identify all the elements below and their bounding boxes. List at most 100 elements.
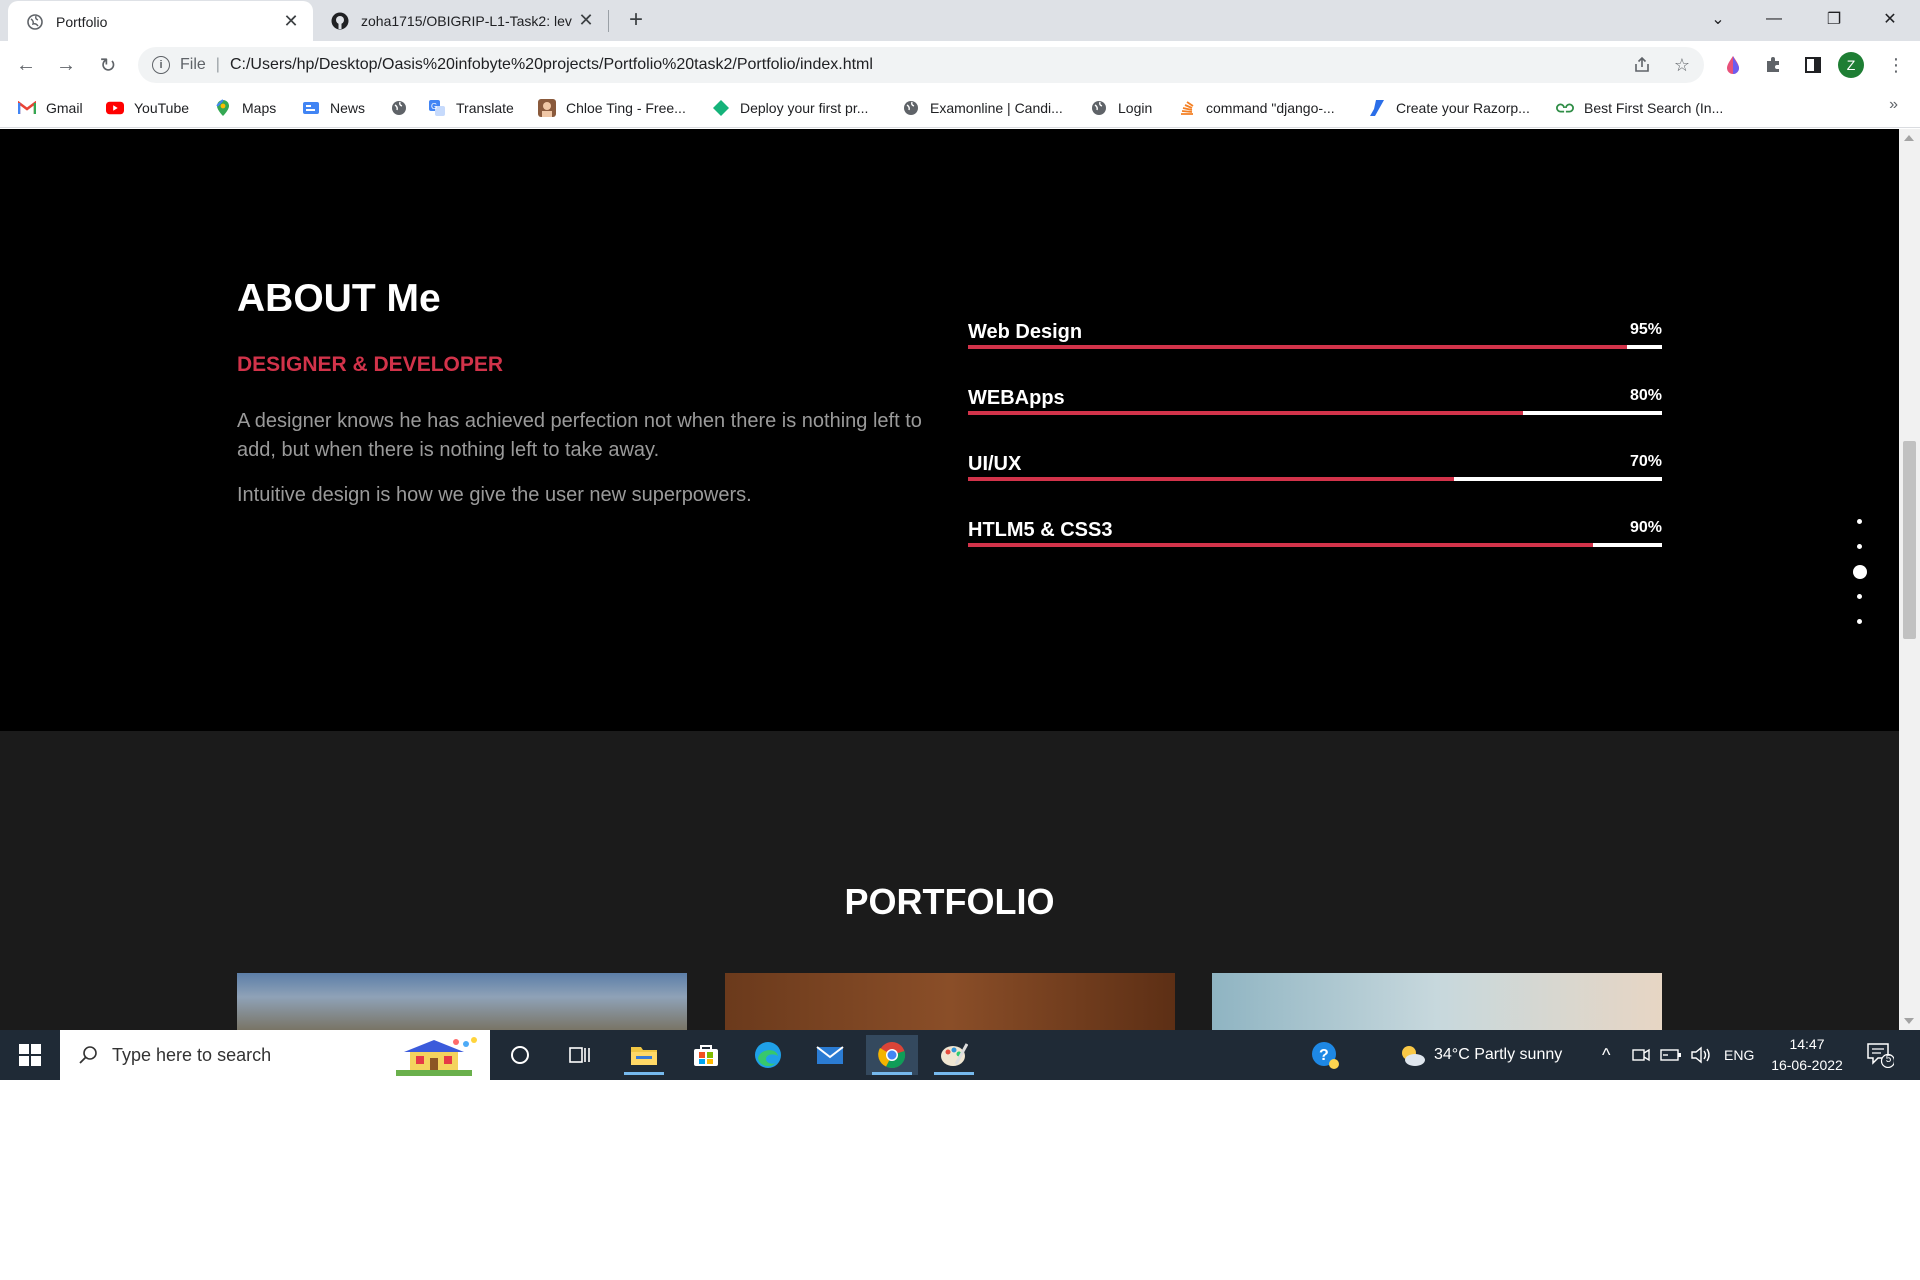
system-clock[interactable]: 14:47 16-06-2022 [1766,1034,1848,1076]
skill-progress-fill [968,477,1454,481]
bookmark-maps[interactable]: Maps [214,96,276,120]
bookmark-label: Gmail [46,100,83,116]
url-text[interactable]: C:/Users/hp/Desktop/Oasis%20infobyte%20p… [230,56,873,74]
bookmark-django[interactable]: command "django-... [1178,96,1335,120]
section-nav-dot[interactable] [1853,565,1867,579]
more-bookmarks-chevron-icon[interactable]: » [1889,96,1898,114]
bookmark-gfg[interactable]: Best First Search (In... [1556,96,1723,120]
minimize-button[interactable]: — [1746,0,1802,38]
skill-name: UI/UX [968,453,1022,475]
task-view-icon[interactable] [554,1035,606,1075]
chrome-icon[interactable] [866,1035,918,1075]
file-explorer-icon[interactable] [618,1035,670,1075]
close-window-button[interactable]: ✕ [1862,0,1918,38]
language-indicator[interactable]: ENG [1724,1030,1754,1080]
bookmark-chloe-ting[interactable]: Chloe Ting - Free... [538,96,686,120]
help-icon[interactable]: ? [1310,1030,1340,1080]
bookmark-star-icon[interactable]: ☆ [1666,49,1698,81]
bookmark-gmail[interactable]: Gmail [18,96,83,120]
bookmark-label: Best First Search (In... [1584,100,1724,116]
profile-avatar[interactable]: Z [1838,52,1864,78]
edge-browser-icon[interactable] [742,1035,794,1075]
about-subtitle: DESIGNER & DEVELOPER [237,353,504,376]
bookmark-label: Login [1118,100,1153,116]
tab-title: zoha1715/OBIGRIP-L1-Task2: lev [361,12,572,29]
bookmark-youtube[interactable]: YouTube [106,96,189,120]
skill-progress-fill [968,345,1628,349]
meet-now-icon[interactable] [1632,1030,1650,1080]
github-icon [331,12,349,30]
notification-center-icon[interactable]: 5 [1866,1042,1896,1069]
about-paragraph: A designer knows he has achieved perfect… [237,410,922,461]
weather-text: 34°C Partly sunny [1434,1046,1563,1063]
reload-icon[interactable]: ↻ [92,49,124,81]
bookmark-label: Chloe Ting - Free... [566,100,686,116]
maps-icon [214,99,232,117]
bookmark-news[interactable]: News [302,96,365,120]
bookmark-label: YouTube [134,100,190,116]
close-tab-icon[interactable]: ✕ [279,10,303,34]
extensions-puzzle-icon[interactable] [1758,50,1788,80]
tab-github[interactable]: zoha1715/OBIGRIP-L1-Task2: lev ✕ [313,0,608,41]
section-nav-dot[interactable] [1857,594,1862,599]
gmail-icon [18,99,36,117]
tab-search-chevron-icon[interactable]: ⌄ [1690,0,1746,38]
new-tab-button[interactable]: + [622,6,650,34]
section-nav-dot[interactable] [1857,544,1862,549]
razorpay-icon [1368,99,1386,117]
bookmark-razorpay[interactable]: Create your Razorp... [1368,96,1530,120]
mail-icon[interactable] [804,1035,856,1075]
show-hidden-icons-chevron-icon[interactable]: ^ [1602,1030,1610,1080]
portfolio-thumbnail[interactable] [1212,973,1662,1030]
portfolio-thumbnail[interactable] [237,973,687,1030]
taskbar-search-box[interactable]: Type here to search [60,1030,490,1080]
volume-icon[interactable] [1690,1030,1712,1080]
side-panel-icon[interactable] [1798,50,1828,80]
battery-icon[interactable] [1660,1030,1682,1080]
globe-icon [390,99,408,117]
skill-webapps: WEBApps 80% [968,387,1662,437]
skill-progress-track [968,411,1662,415]
about-section: ABOUT Me DESIGNER & DEVELOPER A designer… [0,129,1899,731]
clock-date: 16-06-2022 [1771,1057,1843,1073]
back-arrow-icon[interactable]: ← [10,49,42,81]
windows-start-icon[interactable] [10,1042,50,1068]
scroll-down-arrow-icon[interactable] [1904,1018,1914,1024]
portfolio-section: PORTFOLIO [0,731,1899,1030]
page-scrollbar[interactable] [1899,129,1920,1030]
skill-percent: 70% [1629,453,1662,470]
menu-kebab-icon[interactable]: ⋮ [1880,49,1912,81]
bookmark-deploy[interactable]: Deploy your first pr... [712,96,868,120]
tab-portfolio[interactable]: Portfolio ✕ [8,1,313,42]
running-indicator [872,1072,912,1075]
section-nav-dot[interactable] [1857,619,1862,624]
globe-icon [26,13,44,31]
globe-icon [1090,99,1108,117]
restore-button[interactable]: ❐ [1806,0,1862,38]
about-paragraph: Intuitive design is how we give the user… [237,484,752,506]
bookmark-login[interactable]: Login [1090,96,1152,120]
section-nav-dot[interactable] [1857,519,1862,524]
skill-progress-track [968,477,1662,481]
partly-sunny-icon [1402,1046,1425,1066]
address-bar[interactable]: i File | C:/Users/hp/Desktop/Oasis%20inf… [138,47,1704,83]
bookmark-translate[interactable]: G Translate [428,96,514,120]
tab-strip: Portfolio ✕ zoha1715/OBIGRIP-L1-Task2: l… [0,0,1920,42]
bookmark-examonline[interactable]: Examonline | Candi... [902,96,1063,120]
forward-arrow-icon[interactable]: → [50,49,82,81]
weather-widget[interactable]: 34°C Partly sunny [1398,1030,1562,1080]
diamond-icon [712,99,730,117]
cortana-icon[interactable] [494,1035,546,1075]
close-tab-icon[interactable]: ✕ [574,9,598,33]
paint-app-icon[interactable] [928,1035,980,1075]
share-icon[interactable] [1626,49,1658,81]
scroll-up-arrow-icon[interactable] [1904,135,1914,141]
extension-drop-icon[interactable] [1718,50,1748,80]
info-icon[interactable]: i [152,56,170,74]
scrollbar-thumb[interactable] [1903,441,1916,639]
portfolio-thumbnail[interactable] [725,973,1175,1030]
bookmark-globe[interactable] [390,96,418,120]
search-highlight-illustration-icon [396,1037,477,1076]
microsoft-store-icon[interactable] [680,1035,732,1075]
skill-progress-fill [968,411,1524,415]
